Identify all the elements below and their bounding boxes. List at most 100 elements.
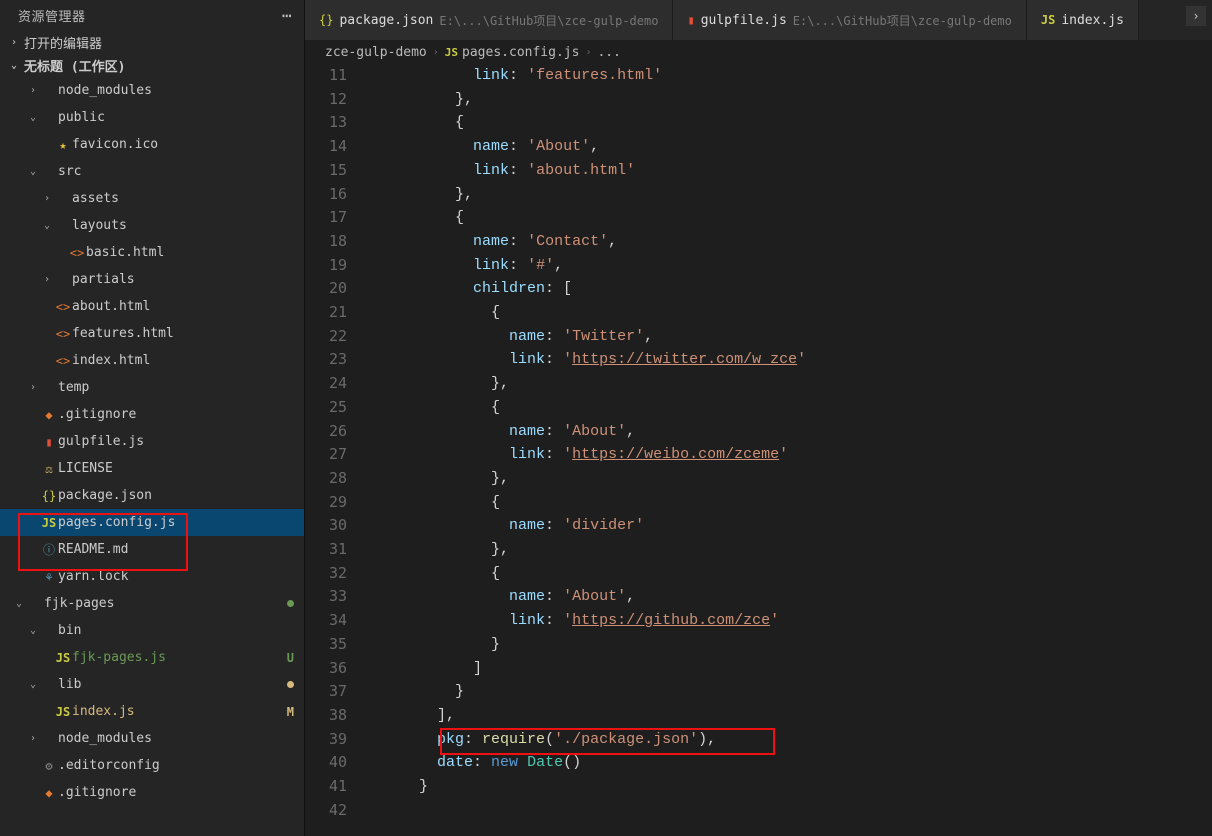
tree-item-index-html[interactable]: <>index.html	[0, 347, 304, 374]
file-icon: ⓘ	[40, 541, 58, 558]
tree-item-label: features.html	[72, 326, 294, 341]
file-icon: JS	[40, 516, 58, 530]
workspace-section[interactable]: ⌄ 无标题 (工作区)	[0, 54, 304, 77]
tab-nav-right-icon[interactable]: ›	[1186, 6, 1206, 26]
tab-file-icon: ▮	[687, 13, 694, 27]
open-editors-section[interactable]: › 打开的编辑器	[0, 31, 304, 54]
tree-item-label: layouts	[72, 218, 294, 233]
tree-item-label: .gitignore	[58, 407, 294, 422]
tree-item-label: lib	[58, 677, 287, 692]
tree-item--gitignore[interactable]: ◆.gitignore	[0, 779, 304, 806]
chevron-down-icon: ⌄	[8, 60, 20, 71]
tree-item-label: node_modules	[58, 83, 294, 98]
tree-item-label: node_modules	[58, 731, 294, 746]
tab-file-icon: JS	[1041, 13, 1055, 27]
file-icon: ⚖	[40, 462, 58, 476]
editor-tab-gulpfile-js[interactable]: ▮gulpfile.jsE:\...\GitHub项目\zce-gulp-dem…	[673, 0, 1026, 40]
tree-item-basic-html[interactable]: <>basic.html	[0, 239, 304, 266]
file-icon: <>	[54, 300, 72, 314]
explorer-more-icon[interactable]: ⋯	[282, 6, 292, 25]
tree-item-public[interactable]: ⌄ public	[0, 104, 304, 131]
file-icon: ⚙	[40, 759, 58, 773]
tab-file-icon: {}	[319, 13, 333, 27]
explorer-header: 资源管理器 ⋯	[0, 0, 304, 31]
explorer-title: 资源管理器	[18, 6, 86, 25]
tree-item-label: src	[58, 164, 294, 179]
tree-item--editorconfig[interactable]: ⚙.editorconfig	[0, 752, 304, 779]
breadcrumb[interactable]: zce-gulp-demo › JS pages.config.js ›...	[305, 40, 1212, 64]
tab-path: E:\...\GitHub项目\zce-gulp-demo	[793, 12, 1012, 29]
tree-item-src[interactable]: ⌄ src	[0, 158, 304, 185]
tree-item-label: package.json	[58, 488, 294, 503]
breadcrumb-icon: JS	[445, 46, 458, 59]
tree-item-label: index.js	[72, 704, 287, 719]
tree-item-favicon-ico[interactable]: ★favicon.ico	[0, 131, 304, 158]
file-icon: ★	[54, 138, 72, 152]
tab-label: package.json	[339, 13, 433, 28]
chevron-icon: ⌄	[40, 220, 54, 231]
tree-item-label: pages.config.js	[58, 515, 294, 530]
tab-path: E:\...\GitHub项目\zce-gulp-demo	[439, 12, 658, 29]
file-icon: ▮	[40, 435, 58, 449]
code-content[interactable]: link: 'features.html' }, { name: 'About'…	[365, 64, 1202, 836]
breadcrumb-separator: ›	[585, 47, 591, 58]
chevron-icon: ⌄	[12, 598, 26, 609]
chevron-icon: ⌄	[26, 112, 40, 123]
chevron-icon: ›	[40, 274, 54, 285]
tree-item-yarn-lock[interactable]: ⚘yarn.lock	[0, 563, 304, 590]
tree-item-label: fjk-pages	[44, 596, 287, 611]
chevron-right-icon: ›	[8, 37, 20, 48]
tree-item-features-html[interactable]: <>features.html	[0, 320, 304, 347]
file-icon: <>	[68, 246, 86, 260]
file-icon: ◆	[40, 408, 58, 422]
tree-item-fjk-pages[interactable]: ⌄ fjk-pages	[0, 590, 304, 617]
tree-item-readme-md[interactable]: ⓘREADME.md	[0, 536, 304, 563]
tree-item-label: README.md	[58, 542, 294, 557]
tree-item-label: favicon.ico	[72, 137, 294, 152]
tree-item-fjk-pages-js[interactable]: JSfjk-pages.jsU	[0, 644, 304, 671]
git-status-badge: U	[287, 651, 294, 665]
workspace-label: 无标题 (工作区)	[24, 56, 125, 75]
tree-item-label: yarn.lock	[58, 569, 294, 584]
tree-item-about-html[interactable]: <>about.html	[0, 293, 304, 320]
git-status-badge	[287, 600, 294, 607]
tree-item-bin[interactable]: ⌄bin	[0, 617, 304, 644]
editor-tab-package-json[interactable]: {} package.json E:\...\GitHub项目\zce-gulp-d…	[305, 0, 673, 40]
tree-item-license[interactable]: ⚖LICENSE	[0, 455, 304, 482]
tree-item-label: public	[58, 110, 294, 125]
minimap[interactable]	[1202, 64, 1212, 836]
tree-item--gitignore[interactable]: ◆.gitignore	[0, 401, 304, 428]
tree-item-assets[interactable]: ›assets	[0, 185, 304, 212]
file-icon: JS	[54, 651, 72, 665]
breadcrumb-label: zce-gulp-demo	[325, 45, 427, 60]
tree-item-layouts[interactable]: ⌄ layouts	[0, 212, 304, 239]
tree-item-node-modules[interactable]: ›node_modules	[0, 725, 304, 752]
chevron-icon: ⌄	[26, 166, 40, 177]
breadcrumb-item[interactable]: zce-gulp-demo	[325, 45, 427, 60]
editor-tab-index-js[interactable]: JSindex.js	[1027, 0, 1139, 40]
tree-item-package-json[interactable]: {}package.json	[0, 482, 304, 509]
breadcrumb-label: ...	[597, 45, 620, 60]
tree-item-label: temp	[58, 380, 294, 395]
editor-area: {} package.json E:\...\GitHub项目\zce-gulp-d…	[305, 0, 1212, 836]
chevron-icon: ⌄	[26, 679, 40, 690]
tree-item-label: bin	[58, 623, 294, 638]
tree-item-lib[interactable]: ⌄ lib	[0, 671, 304, 698]
tree-item-temp[interactable]: ›temp	[0, 374, 304, 401]
file-icon: ⚘	[40, 570, 58, 584]
breadcrumb-item[interactable]: ...	[597, 45, 620, 60]
git-status-badge: M	[287, 705, 294, 719]
tree-item-pages-config-js[interactable]: JSpages.config.js	[0, 509, 304, 536]
breadcrumb-separator: ›	[433, 47, 439, 58]
file-tree: ›node_modules⌄public★favicon.ico⌄src›ass…	[0, 77, 304, 836]
tree-item-label: assets	[72, 191, 294, 206]
tree-item-label: .gitignore	[58, 785, 294, 800]
git-status-badge	[287, 681, 294, 688]
breadcrumb-item[interactable]: JS pages.config.js	[445, 45, 580, 60]
tree-item-node-modules[interactable]: ›node_modules	[0, 77, 304, 104]
tree-item-gulpfile-js[interactable]: ▮gulpfile.js	[0, 428, 304, 455]
tree-item-partials[interactable]: ›partials	[0, 266, 304, 293]
tree-item-index-js[interactable]: JSindex.jsM	[0, 698, 304, 725]
code-editor[interactable]: 1112131415161718192021222324252627282930…	[305, 64, 1212, 836]
breadcrumb-label: pages.config.js	[462, 45, 579, 60]
